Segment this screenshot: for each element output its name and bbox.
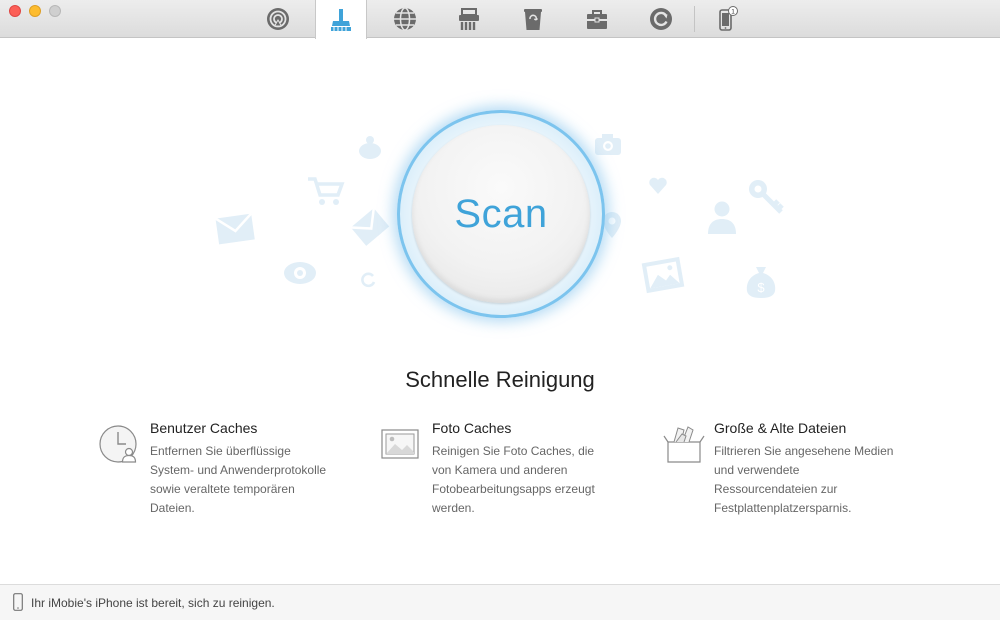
svg-text:$: $ [757,280,765,295]
minimize-window-button[interactable] [29,5,41,17]
toolbar-separator [694,6,695,32]
feature-description-line: Dateien. [150,501,195,515]
tab-backup[interactable] [635,0,687,38]
trash-icon [524,9,542,30]
feature-description-line: Entfernen Sie überflüssige [150,444,291,458]
small-refresh-icon [360,271,378,289]
feature-user-caches: Benutzer Caches Entfernen Sie überflüssi… [99,420,410,518]
money-bag-icon: $ [742,262,780,300]
feature-title: Große & Alte Dateien [714,420,847,436]
box-icon [663,426,705,463]
status-bar: Ihr iMobie's iPhone ist bereit, sich zu … [0,584,1000,620]
iphone-icon: 1 [719,6,738,31]
tab-toolbox[interactable] [571,0,623,38]
page-title: Schnelle Reinigung [405,367,595,392]
toolbox-icon [587,10,607,29]
close-window-button[interactable] [9,5,21,17]
airplay-icon [267,8,289,30]
picture-icon [638,252,688,298]
feature-title: Foto Caches [432,420,512,436]
mail-icon [214,210,256,246]
feature-large-old-files: Große & Alte Dateien Filtrieren Sie ange… [663,420,974,518]
heart-icon [648,177,668,195]
feature-photo-caches: Foto Caches Reinigen Sie Foto Caches, di… [381,420,692,518]
tab-internet[interactable] [379,0,431,38]
feature-description-line: von Kamera und anderen [432,463,568,477]
scan-button[interactable]: Scan [412,125,590,303]
refresh-icon [650,8,672,30]
tab-device[interactable]: 1 [700,0,752,38]
shredder-icon [459,8,479,30]
tab-trash[interactable] [507,0,559,38]
feature-description: Reinigen Sie Foto Caches, die von Kamera… [432,442,692,518]
phone-icon [13,593,23,611]
scan-ring: Scan [397,110,605,318]
key-icon [745,176,787,218]
feature-description-line: Ressourcendateien zur [714,482,838,496]
feature-description-line: und verwendete [714,463,800,477]
piggy-bank-icon [355,133,385,163]
feature-description: Filtrieren Sie angesehene Medien und ver… [714,442,974,518]
feature-description-line: Filtrieren Sie angesehene Medien [714,444,894,458]
tab-shredder[interactable] [443,0,495,38]
feature-description-line: System- und Anwenderprotokolle [150,463,327,477]
feature-description: Entfernen Sie überflüssige System- und A… [150,442,410,518]
tab-airplay[interactable] [252,0,304,38]
clock-user-icon [99,425,137,463]
tab-cleaner[interactable] [315,0,367,39]
eye-icon [282,258,318,288]
status-message: Ihr iMobie's iPhone ist bereit, sich zu … [31,596,275,610]
camera-icon [592,131,624,157]
device-count-badge: 1 [731,8,735,15]
feature-description-line: sowie veraltete temporären [150,482,295,496]
scan-button-label: Scan [454,191,548,236]
title-bar: 1 [0,0,1000,39]
feature-title: Benutzer Caches [150,420,258,436]
zoom-window-button[interactable] [49,5,61,17]
globe-icon [394,7,416,31]
feature-description-line: werden. [432,501,475,515]
cleaner-brush-icon [331,8,351,31]
user-icon [705,198,739,236]
feature-description-line: Festplattenplatzersparnis. [714,501,852,515]
envelope-icon [350,205,390,249]
shopping-cart-icon [306,175,346,207]
feature-description-line: Reinigen Sie Foto Caches, die [432,444,595,458]
photo-icon [381,429,419,459]
feature-description-line: Fotobearbeitungsapps erzeugt [432,482,595,496]
